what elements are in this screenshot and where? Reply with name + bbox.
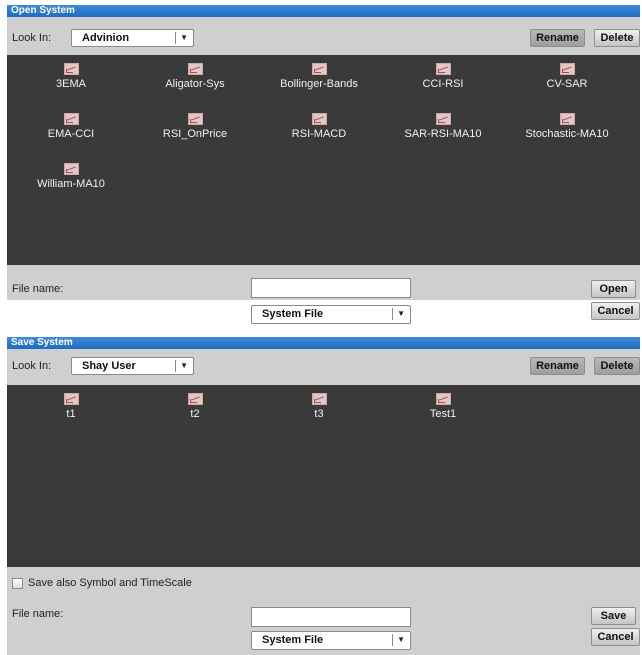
file-item-label: t2	[190, 408, 200, 420]
file-item[interactable]: RSI-MACD	[257, 113, 381, 140]
system-file-icon	[187, 393, 203, 405]
look-in-dropdown[interactable]: Advinion ▼	[71, 29, 194, 47]
file-item[interactable]: EMA-CCI	[9, 113, 133, 140]
file-item-label: t3	[314, 408, 324, 420]
delete-button[interactable]: Delete	[594, 357, 640, 375]
file-item[interactable]: t3	[257, 393, 381, 420]
system-file-icon	[435, 393, 451, 405]
system-file-icon	[187, 113, 203, 125]
file-type-value: System File	[262, 308, 324, 320]
save-also-checkbox[interactable]	[12, 578, 23, 589]
chevron-down-icon: ▼	[180, 33, 188, 42]
file-item[interactable]: William-MA10	[9, 163, 133, 190]
dropdown-divider	[175, 32, 176, 44]
file-item-label: Stochastic-MA10	[525, 128, 609, 140]
file-item-label: EMA-CCI	[47, 128, 95, 140]
system-file-icon	[311, 393, 327, 405]
system-file-icon	[559, 113, 575, 125]
file-item-label: RSI-MACD	[291, 128, 347, 140]
system-file-icon	[435, 113, 451, 125]
file-type-dropdown[interactable]: System File ▼	[251, 305, 411, 324]
system-file-icon	[559, 63, 575, 75]
file-type-dropdown[interactable]: System File ▼	[251, 631, 411, 650]
file-name-label: File name:	[12, 608, 64, 620]
file-item[interactable]: t1	[9, 393, 133, 420]
file-item[interactable]: t2	[133, 393, 257, 420]
file-name-input[interactable]	[251, 278, 411, 298]
system-file-icon	[63, 63, 79, 75]
open-system-dialog: Open System Look In: Advinion ▼ Rename D…	[7, 5, 640, 324]
save-system-dialog: Save System Look In: Shay User ▼ Rename …	[7, 337, 640, 655]
chevron-down-icon: ▼	[180, 361, 188, 370]
look-in-value: Shay User	[82, 360, 136, 372]
file-item-label: t1	[66, 408, 76, 420]
file-name-input[interactable]	[251, 607, 411, 627]
file-item-label: CV-SAR	[546, 78, 588, 90]
cancel-button[interactable]: Cancel	[591, 302, 640, 320]
file-item[interactable]: Bollinger-Bands	[257, 63, 381, 90]
file-item-label: Aligator-Sys	[165, 78, 225, 90]
look-in-label: Look In:	[12, 32, 52, 44]
file-type-value: System File	[262, 634, 324, 646]
system-file-icon	[63, 113, 79, 125]
system-file-icon	[187, 63, 203, 75]
dropdown-divider	[392, 308, 393, 320]
cancel-button[interactable]: Cancel	[591, 628, 640, 646]
dialog-title: Save System	[7, 337, 640, 349]
chevron-down-icon: ▼	[397, 309, 405, 318]
file-item-label: 3EMA	[56, 78, 86, 90]
look-in-label: Look In:	[12, 360, 52, 372]
dropdown-divider	[175, 360, 176, 372]
file-item-label: RSI_OnPrice	[162, 128, 228, 140]
file-list[interactable]: 3EMA Aligator-Sys Bollinger-Bands CCI-RSI CV…	[7, 55, 640, 265]
file-item[interactable]: Test1	[381, 393, 505, 420]
file-list[interactable]: t1 t2 t3 Test1	[7, 385, 640, 567]
look-in-value: Advinion	[82, 32, 130, 44]
file-item-label: SAR-RSI-MA10	[404, 128, 482, 140]
file-item-label: CCI-RSI	[422, 78, 464, 90]
system-file-icon	[63, 163, 79, 175]
system-file-icon	[311, 63, 327, 75]
file-item[interactable]: Stochastic-MA10	[505, 113, 629, 140]
delete-button[interactable]: Delete	[594, 29, 640, 47]
open-button[interactable]: Open	[591, 280, 636, 298]
file-item[interactable]: Aligator-Sys	[133, 63, 257, 90]
file-item[interactable]: RSI_OnPrice	[133, 113, 257, 140]
file-item-label: William-MA10	[37, 178, 105, 190]
system-file-icon	[435, 63, 451, 75]
file-item[interactable]: CCI-RSI	[381, 63, 505, 90]
rename-button[interactable]: Rename	[530, 357, 585, 375]
rename-button[interactable]: Rename	[530, 29, 585, 47]
file-item-label: Test1	[429, 408, 457, 420]
dropdown-divider	[392, 634, 393, 646]
file-item[interactable]: CV-SAR	[505, 63, 629, 90]
save-also-label: Save also Symbol and TimeScale	[28, 577, 192, 589]
file-name-label: File name:	[12, 283, 64, 295]
chevron-down-icon: ▼	[397, 635, 405, 644]
dialog-title: Open System	[7, 5, 640, 17]
look-in-dropdown[interactable]: Shay User ▼	[71, 357, 194, 375]
file-item[interactable]: 3EMA	[9, 63, 133, 90]
file-item-label: Bollinger-Bands	[280, 78, 358, 90]
system-file-icon	[63, 393, 79, 405]
file-item[interactable]: SAR-RSI-MA10	[381, 113, 505, 140]
system-file-icon	[311, 113, 327, 125]
save-button[interactable]: Save	[591, 607, 636, 625]
